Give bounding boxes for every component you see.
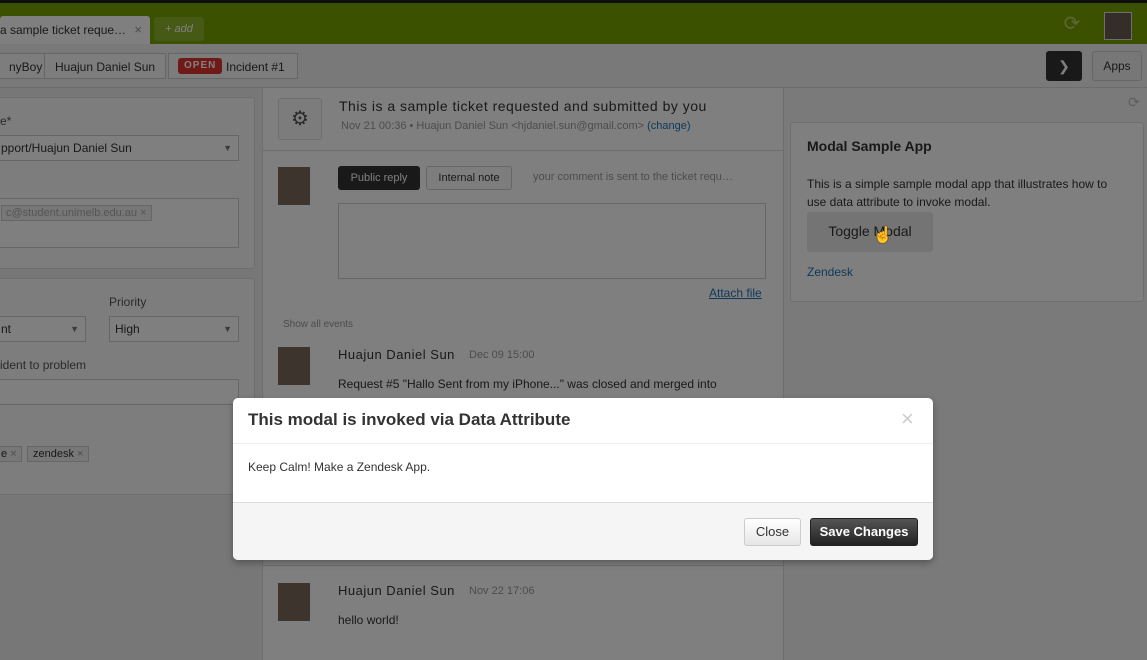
hand-cursor-icon: ☝ [873,227,893,244]
modal-title: This modal is invoked via Data Attribute [248,410,571,429]
modal-header: This modal is invoked via Data Attribute… [233,398,933,444]
save-changes-button[interactable]: Save Changes [810,518,918,546]
close-icon[interactable]: × [901,406,914,432]
modal-backdrop[interactable] [0,0,1147,660]
modal-body: Keep Calm! Make a Zendesk App. [248,460,431,474]
modal-footer: Close Save Changes [233,502,933,560]
close-button[interactable]: Close [744,518,801,546]
modal-dialog: This modal is invoked via Data Attribute… [233,398,933,560]
